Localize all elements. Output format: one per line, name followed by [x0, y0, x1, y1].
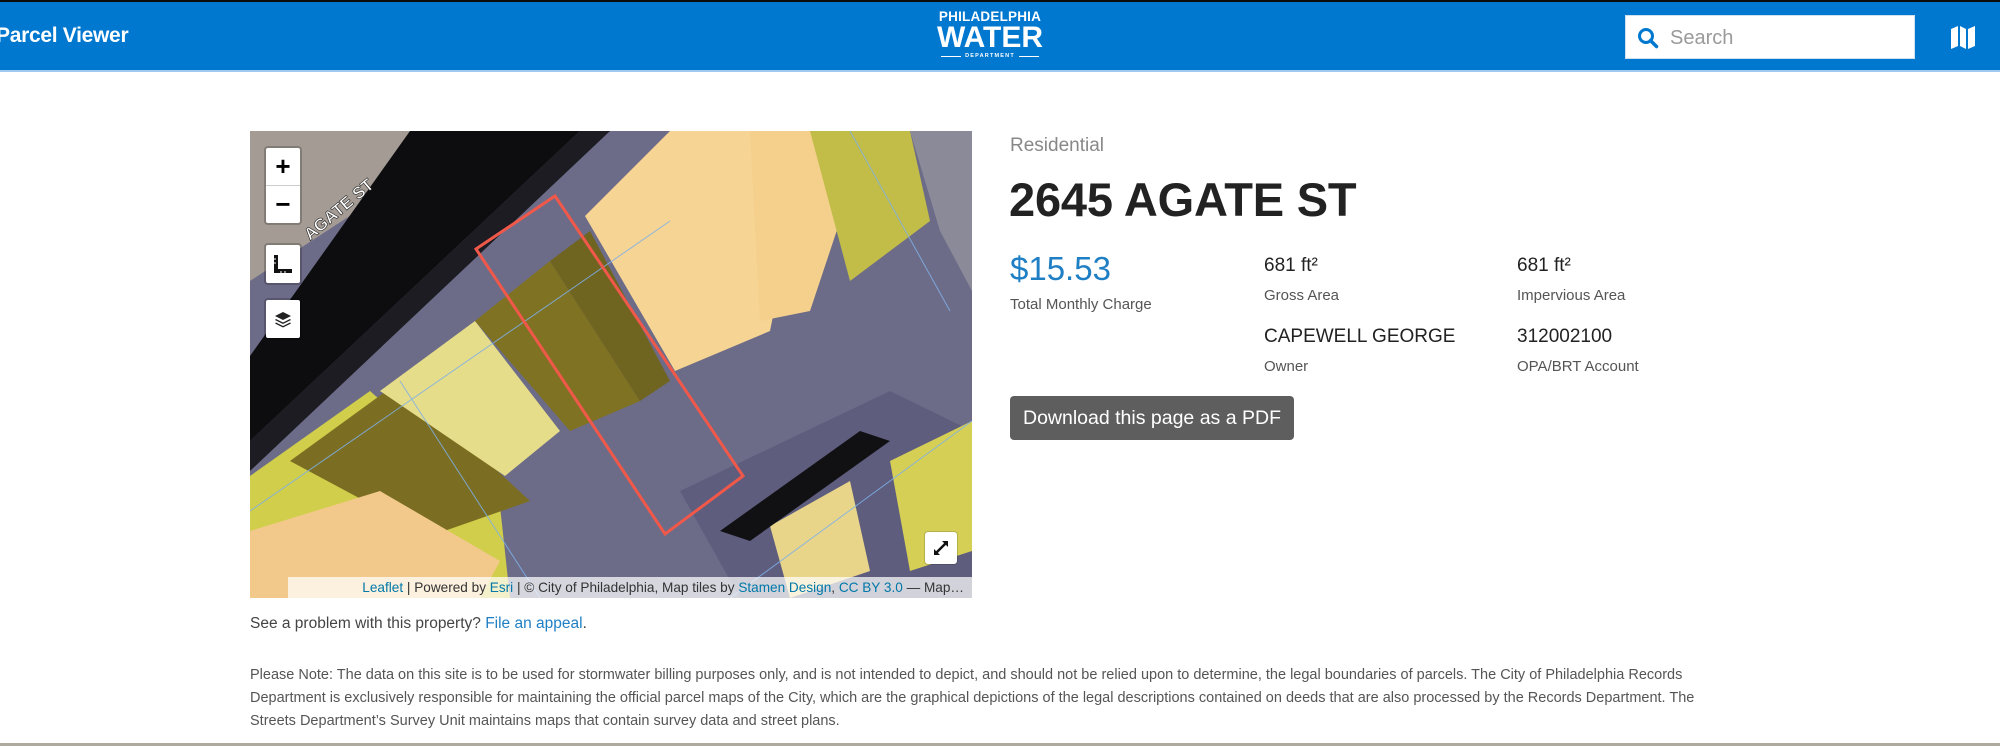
total-monthly-charge-value: $15.53: [1010, 250, 1111, 287]
map-imagery: AGATE ST: [250, 131, 972, 598]
owner-stat: CAPEWELL GEORGE Owner: [1264, 326, 1455, 375]
logo-department-text: DEPARTMENT: [965, 53, 1015, 59]
opa-account-stat: 312002100 OPA/BRT Account: [1517, 326, 1639, 375]
map-view-button[interactable]: [1950, 24, 1976, 50]
layers-button[interactable]: [266, 300, 300, 338]
gross-area-stat: 681 ft² Gross Area: [1264, 255, 1339, 304]
gross-area-label: Gross Area: [1264, 287, 1340, 304]
property-category: Residential: [1010, 135, 1104, 156]
map-attribution: Leaflet | Powered by Esri | © City of Ph…: [288, 577, 972, 598]
measure-button[interactable]: [266, 245, 300, 283]
appeal-prompt-text: See a problem with this property?: [250, 615, 486, 632]
attrib-text-1: | Powered by: [403, 580, 490, 595]
stamen-link[interactable]: Stamen Design: [738, 580, 831, 595]
attrib-text-3: ,: [831, 580, 839, 595]
zoom-in-button[interactable]: +: [266, 148, 300, 185]
attrib-text-2: | © City of Philadelphia, Map tiles by: [513, 580, 739, 595]
property-address: 2645 AGATE ST: [1009, 173, 1357, 226]
map-icon: [1951, 26, 1975, 49]
opa-account-label: OPA/BRT Account: [1517, 358, 1639, 375]
owner-value: CAPEWELL GEORGE: [1264, 326, 1456, 347]
layers-icon: [275, 312, 291, 328]
opa-account-value: 312002100: [1517, 326, 1613, 347]
disclaimer-note: Please Note: The data on this site is to…: [250, 667, 1695, 729]
parcel-map[interactable]: AGATE ST + − Leaflet | Powered by Esri |…: [250, 131, 972, 598]
impervious-area-value: 681 ft²: [1517, 255, 1571, 276]
layers-control[interactable]: [264, 298, 302, 340]
measure-control[interactable]: [264, 243, 302, 285]
leaflet-link[interactable]: Leaflet: [362, 580, 403, 595]
app-title[interactable]: Parcel Viewer: [0, 24, 129, 48]
download-pdf-button[interactable]: Download this page as a PDF: [1010, 396, 1294, 440]
expand-icon: [934, 541, 948, 555]
fullscreen-button[interactable]: [925, 532, 957, 564]
total-monthly-charge-label: Total Monthly Charge: [1010, 296, 1152, 313]
owner-label: Owner: [1264, 358, 1309, 375]
search-input[interactable]: [1668, 22, 1902, 54]
license-link[interactable]: CC BY 3.0: [839, 580, 903, 595]
ruler-square-icon: [274, 255, 292, 273]
pwd-logo[interactable]: PHILADELPHIA WATER DEPARTMENT: [934, 10, 1046, 60]
zoom-out-button[interactable]: −: [266, 185, 300, 223]
attrib-text-4: — Map…: [902, 580, 964, 595]
search-icon: [1638, 28, 1659, 49]
appeal-prompt: See a problem with this property? File a…: [250, 615, 587, 633]
impervious-area-stat: 681 ft² Impervious Area: [1517, 255, 1625, 304]
appeal-suffix: .: [582, 615, 587, 632]
logo-line-2: WATER: [936, 21, 1044, 54]
top-nav-bar: Parcel Viewer PHILADELPHIA WATER DEPARTM…: [0, 0, 2000, 72]
search-box[interactable]: [1625, 15, 1915, 59]
file-appeal-link[interactable]: File an appeal: [485, 615, 582, 632]
zoom-control: + −: [264, 146, 302, 225]
esri-link[interactable]: Esri: [490, 580, 513, 595]
impervious-area-label: Impervious Area: [1517, 287, 1626, 304]
gross-area-value: 681 ft²: [1264, 255, 1318, 276]
